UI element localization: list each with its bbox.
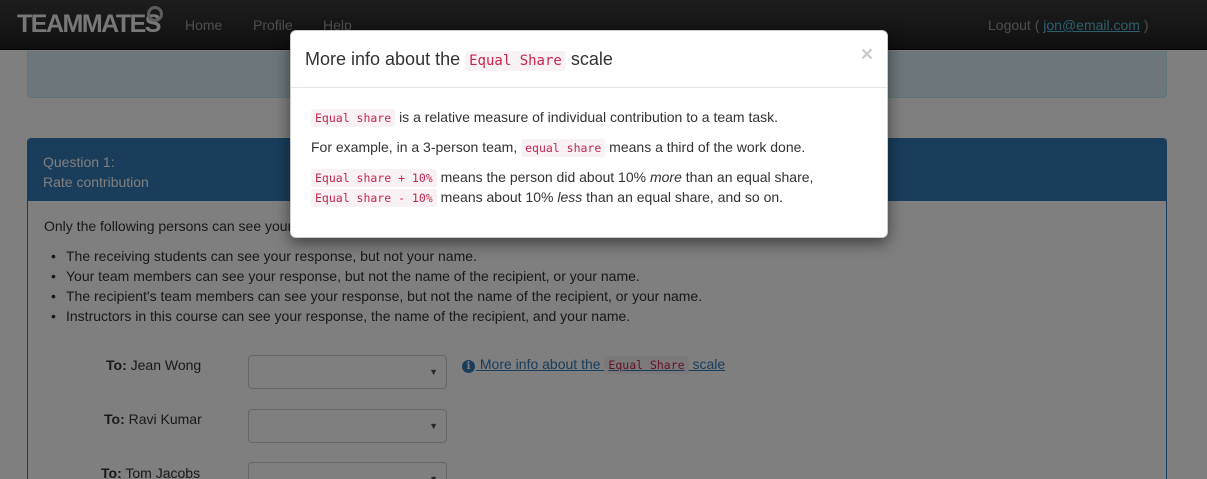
modal-text: means a third of the work done. bbox=[609, 139, 806, 155]
modal-header: More info about the Equal Share scale × bbox=[291, 31, 887, 88]
modal-title-code: Equal Share bbox=[465, 51, 566, 71]
modal-title-text: More info about the bbox=[305, 49, 461, 69]
modal-paragraph-example: For example, in a 3-person team, equal s… bbox=[311, 137, 805, 158]
modal-paragraph-more: Equal share + 10% means the person did a… bbox=[311, 167, 813, 188]
modal-text: means about 10% bbox=[440, 189, 554, 205]
code-equal-share: equal share bbox=[521, 139, 606, 157]
code-equal-share-plus: Equal share + 10% bbox=[311, 169, 437, 187]
modal-emphasis: more bbox=[649, 169, 682, 185]
close-button[interactable]: × bbox=[861, 44, 873, 65]
code-equal-share: Equal share bbox=[311, 109, 396, 127]
code-equal-share-minus: Equal share - 10% bbox=[311, 189, 437, 207]
modal-text: is a relative measure of individual cont… bbox=[399, 109, 779, 125]
modal-title: More info about the Equal Share scale bbox=[305, 46, 873, 74]
modal-paragraph-definition: Equal share is a relative measure of ind… bbox=[311, 107, 778, 128]
modal-title-scale: scale bbox=[570, 49, 613, 69]
modal-paragraph-less: Equal share - 10% means about 10% less t… bbox=[311, 187, 783, 208]
modal-text: than an equal share, and so on. bbox=[586, 189, 784, 205]
equal-share-info-modal: More info about the Equal Share scale × … bbox=[290, 30, 888, 238]
modal-text: than an equal share, bbox=[685, 169, 814, 185]
modal-text: means the person did about 10% bbox=[440, 169, 647, 185]
modal-text: For example, in a 3-person team, bbox=[311, 139, 518, 155]
modal-emphasis: less bbox=[557, 189, 583, 205]
